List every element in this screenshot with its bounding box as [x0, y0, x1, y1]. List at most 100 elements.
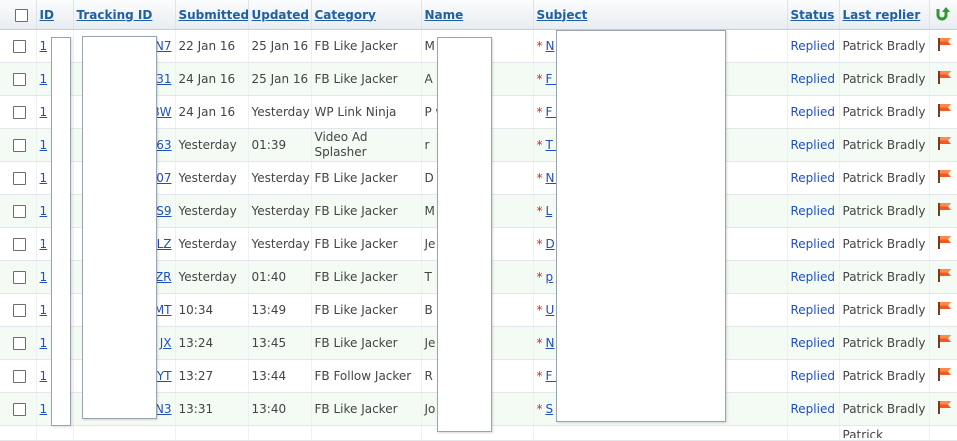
priority-star: *: [536, 203, 543, 218]
id-cell: [36, 425, 74, 441]
row-checkbox[interactable]: [13, 402, 26, 416]
row-select-cell: [0, 62, 37, 96]
ticket-id-link[interactable]: 1: [40, 72, 48, 86]
category-cell: FB Like Jacker: [311, 293, 422, 327]
status-cell: Replied: [787, 128, 840, 162]
red-flag-icon[interactable]: [937, 367, 953, 385]
red-flag-icon[interactable]: [937, 70, 953, 88]
subject-link[interactable]: N: [546, 39, 555, 53]
redaction-box: [51, 37, 71, 426]
red-flag-icon[interactable]: [937, 37, 953, 55]
refresh-arrow-icon[interactable]: [934, 5, 950, 24]
sort-id-link[interactable]: ID: [40, 8, 54, 22]
ticket-id-link[interactable]: 1: [40, 369, 48, 383]
red-flag-icon[interactable]: [937, 202, 953, 220]
category-cell: FB Like Jacker: [311, 161, 422, 195]
row-select-cell: [0, 194, 37, 228]
category-cell: FB Like Jacker: [311, 194, 422, 228]
row-select-cell: [0, 260, 37, 294]
row-checkbox[interactable]: [13, 270, 26, 284]
sort-tracking-id-link[interactable]: Tracking ID: [77, 8, 153, 22]
row-select-cell: [0, 326, 37, 360]
col-action: [929, 0, 957, 30]
red-flag-icon[interactable]: [937, 136, 953, 154]
priority-star: *: [536, 302, 543, 317]
subject-link[interactable]: p: [546, 270, 554, 284]
updated-cell: 25 Jan 16: [248, 29, 312, 63]
col-name: Name: [421, 0, 534, 30]
row-checkbox[interactable]: [13, 204, 26, 218]
subject-link[interactable]: S: [546, 402, 554, 416]
ticket-id-link[interactable]: 1: [40, 270, 48, 284]
subject-link[interactable]: L: [546, 204, 553, 218]
red-flag-icon[interactable]: [937, 301, 953, 319]
red-flag-icon[interactable]: [937, 400, 953, 418]
row-checkbox[interactable]: [13, 105, 26, 119]
row-checkbox[interactable]: [13, 72, 26, 86]
last-replier-cell: Patrick Bradly: [839, 293, 930, 327]
row-checkbox[interactable]: [13, 39, 26, 53]
submitted-cell: Yesterday: [175, 128, 249, 162]
status-cell: [787, 425, 840, 441]
updated-cell: Yesterday: [248, 227, 312, 261]
ticket-id-link[interactable]: 1: [40, 336, 48, 350]
tracking-id-link[interactable]: N3: [155, 402, 172, 416]
updated-cell: Yesterday: [248, 161, 312, 195]
row-checkbox[interactable]: [13, 369, 26, 383]
red-flag-icon[interactable]: [937, 268, 953, 286]
row-checkbox[interactable]: [13, 237, 26, 251]
red-flag-icon[interactable]: [937, 334, 953, 352]
sort-last-replier-link[interactable]: Last replier: [843, 8, 921, 22]
subject-link[interactable]: N: [546, 336, 555, 350]
tracking-id-link[interactable]: N7: [155, 39, 172, 53]
category-cell: FB Like Jacker: [311, 227, 422, 261]
tracking-id-link[interactable]: JX: [160, 336, 172, 350]
red-flag-icon[interactable]: [937, 103, 953, 121]
status-cell: Replied: [787, 260, 840, 294]
ticket-id-link[interactable]: 1: [40, 237, 48, 251]
select-all-checkbox[interactable]: [15, 8, 28, 22]
tracking-id-link[interactable]: 31: [156, 72, 171, 86]
ticket-id-link[interactable]: 1: [40, 171, 48, 185]
updated-cell: 13:40: [248, 392, 312, 426]
last-replier-cell: Patrick Bradly: [839, 359, 930, 393]
ticket-id-link[interactable]: 1: [40, 138, 48, 152]
last-replier-cell: Patrick Bradly: [839, 29, 930, 63]
ticket-id-link[interactable]: 1: [40, 204, 48, 218]
last-replier-cell: Patrick: [839, 425, 930, 441]
submitted-cell: Yesterday: [175, 227, 249, 261]
red-flag-icon[interactable]: [937, 169, 953, 187]
submitted-cell: Yesterday: [175, 194, 249, 228]
ticket-id-link[interactable]: 1: [40, 303, 48, 317]
flag-cell: [929, 392, 957, 426]
row-checkbox[interactable]: [13, 138, 26, 152]
priority-star: *: [536, 269, 543, 284]
priority-star: *: [536, 71, 543, 86]
sort-updated-link[interactable]: Updated: [252, 8, 310, 22]
select-all-cell: [0, 0, 37, 30]
ticket-id-link[interactable]: 1: [40, 402, 48, 416]
updated-cell: [248, 425, 312, 441]
ticket-id-link[interactable]: 1: [40, 39, 48, 53]
ticket-id-link[interactable]: 1: [40, 105, 48, 119]
tracking-id-link[interactable]: ZR: [155, 270, 172, 284]
red-flag-icon[interactable]: [937, 235, 953, 253]
submitted-cell: Yesterday: [175, 161, 249, 195]
row-checkbox[interactable]: [13, 171, 26, 185]
tracking-id-link[interactable]: S9: [156, 204, 171, 218]
row-select-cell: [0, 359, 37, 393]
sort-category-link[interactable]: Category: [315, 8, 376, 22]
flag-cell: [929, 62, 957, 96]
tracking-id-link[interactable]: 63: [156, 138, 171, 152]
sort-submitted-link[interactable]: Submitted: [179, 8, 248, 22]
sort-status-link[interactable]: Status: [791, 8, 835, 22]
submitted-cell: 13:31: [175, 392, 249, 426]
row-checkbox[interactable]: [13, 336, 26, 350]
sort-subject-link[interactable]: Subject: [537, 8, 588, 22]
subject-link[interactable]: U: [546, 303, 555, 317]
subject-link[interactable]: D: [546, 237, 555, 251]
row-checkbox[interactable]: [13, 303, 26, 317]
priority-star: *: [536, 170, 543, 185]
sort-name-link[interactable]: Name: [425, 8, 464, 22]
submitted-cell: [175, 425, 249, 441]
